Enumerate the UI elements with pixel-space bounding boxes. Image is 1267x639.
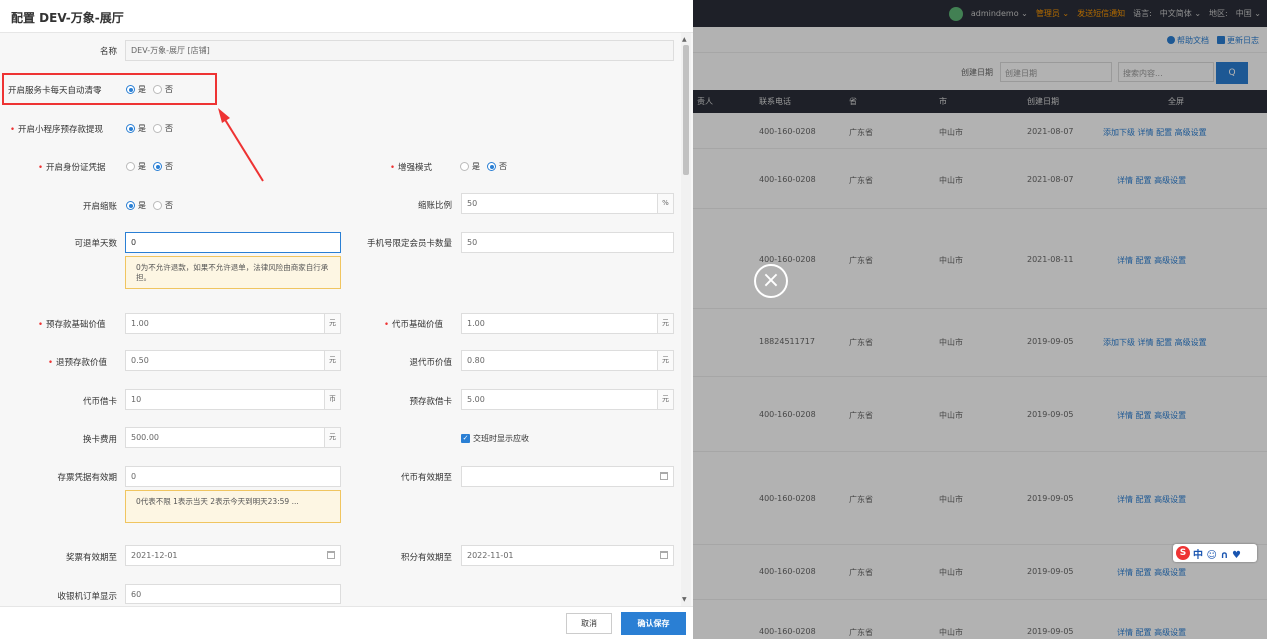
sogou-logo-icon: S: [1176, 546, 1190, 560]
config-dialog: 配置 DEV-万象-展厅 名称 DEV-万象-展厅 [店铺] 开启服务卡每天自动…: [0, 0, 693, 639]
ime-toolbar[interactable]: S 中 ☺ ∩ ♥: [1173, 544, 1257, 562]
close-icon[interactable]: ×: [754, 264, 788, 298]
ime-icons: 中 ☺ ∩ ♥: [1193, 549, 1241, 561]
annotation-arrow-icon: [218, 108, 264, 182]
